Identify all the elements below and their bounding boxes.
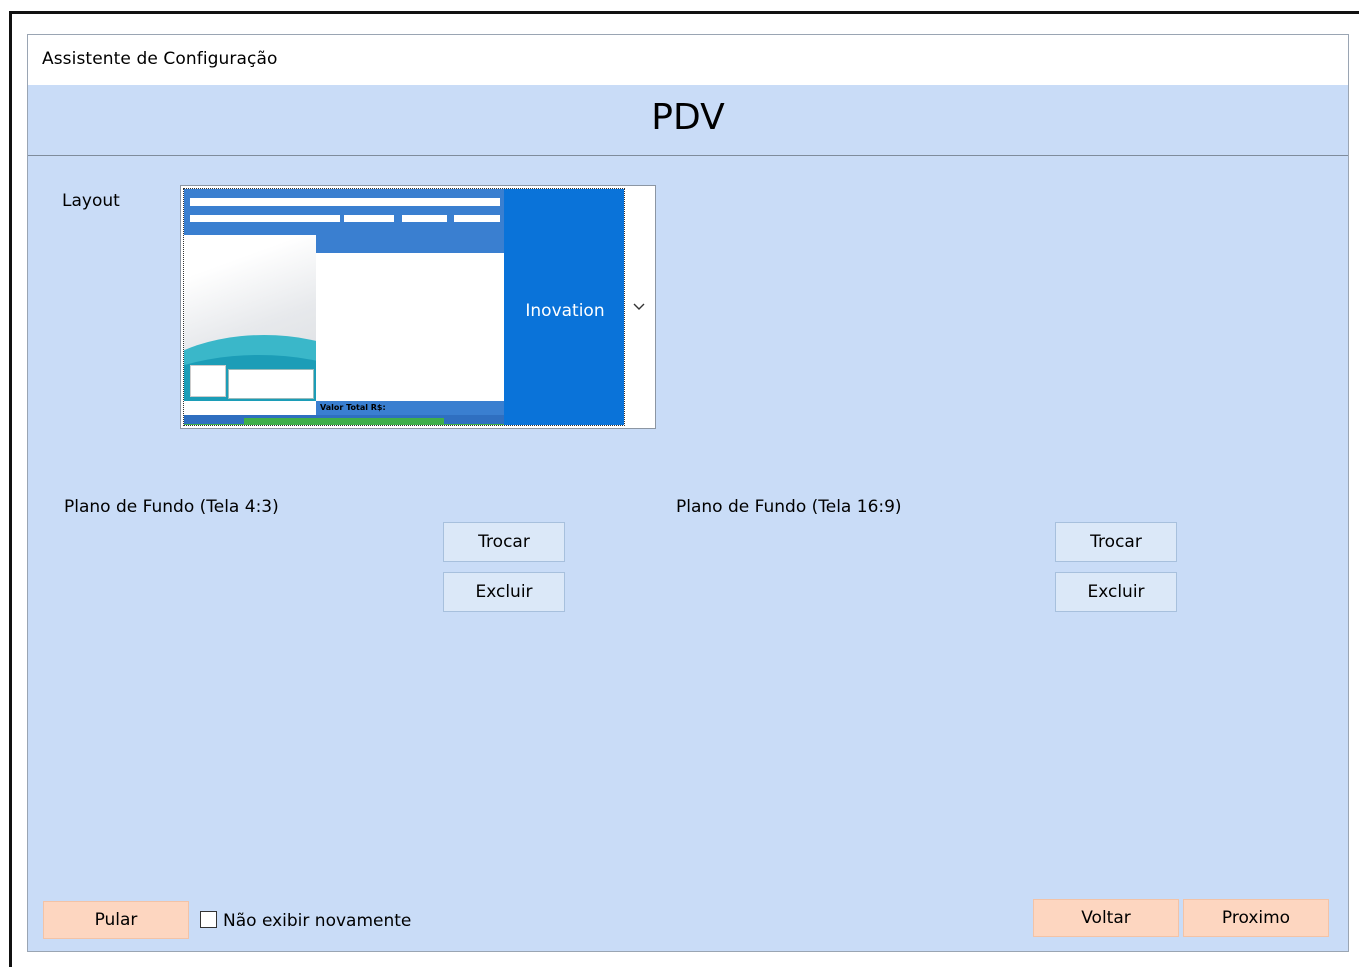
layout-label: Layout (62, 191, 120, 211)
swap-background-4-3-button[interactable]: Trocar (443, 522, 565, 562)
dont-show-again-label[interactable]: Não exibir novamente (223, 911, 411, 931)
next-button[interactable]: Proximo (1183, 899, 1329, 937)
page-title: PDV (651, 97, 725, 138)
layout-selector[interactable]: Valor Total R$: Inovation (180, 185, 656, 429)
window-title: Assistente de Configuração (42, 49, 278, 69)
swap-background-16-9-button[interactable]: Trocar (1055, 522, 1177, 562)
back-button[interactable]: Voltar (1033, 899, 1179, 937)
title-bar: Assistente de Configuração (28, 35, 1348, 85)
layout-name-tile: Inovation (504, 189, 624, 425)
preview-item-list (316, 253, 504, 401)
setup-wizard-window: Assistente de Configuração PDV Layout Va… (27, 34, 1349, 952)
skip-button[interactable]: Pular (43, 901, 189, 939)
dont-show-again-checkbox[interactable] (200, 911, 217, 928)
background-16-9-label: Plano de Fundo (Tela 16:9) (676, 497, 902, 517)
delete-background-16-9-button[interactable]: Excluir (1055, 572, 1177, 612)
layout-preview: Valor Total R$: Inovation (183, 188, 625, 426)
preview-logo-icon (190, 365, 226, 397)
page-header: PDV (28, 85, 1348, 156)
preview-background-art (184, 235, 316, 401)
preview-grid-header (316, 227, 504, 253)
layout-name: Inovation (525, 301, 605, 321)
preview-status-bar (184, 415, 504, 425)
delete-background-4-3-button[interactable]: Excluir (443, 572, 565, 612)
preview-total-label: Valor Total R$: (320, 403, 386, 412)
preview-total-bar: Valor Total R$: (316, 401, 504, 415)
chevron-down-icon[interactable] (629, 298, 649, 318)
background-4-3-label: Plano de Fundo (Tela 4:3) (64, 497, 279, 517)
